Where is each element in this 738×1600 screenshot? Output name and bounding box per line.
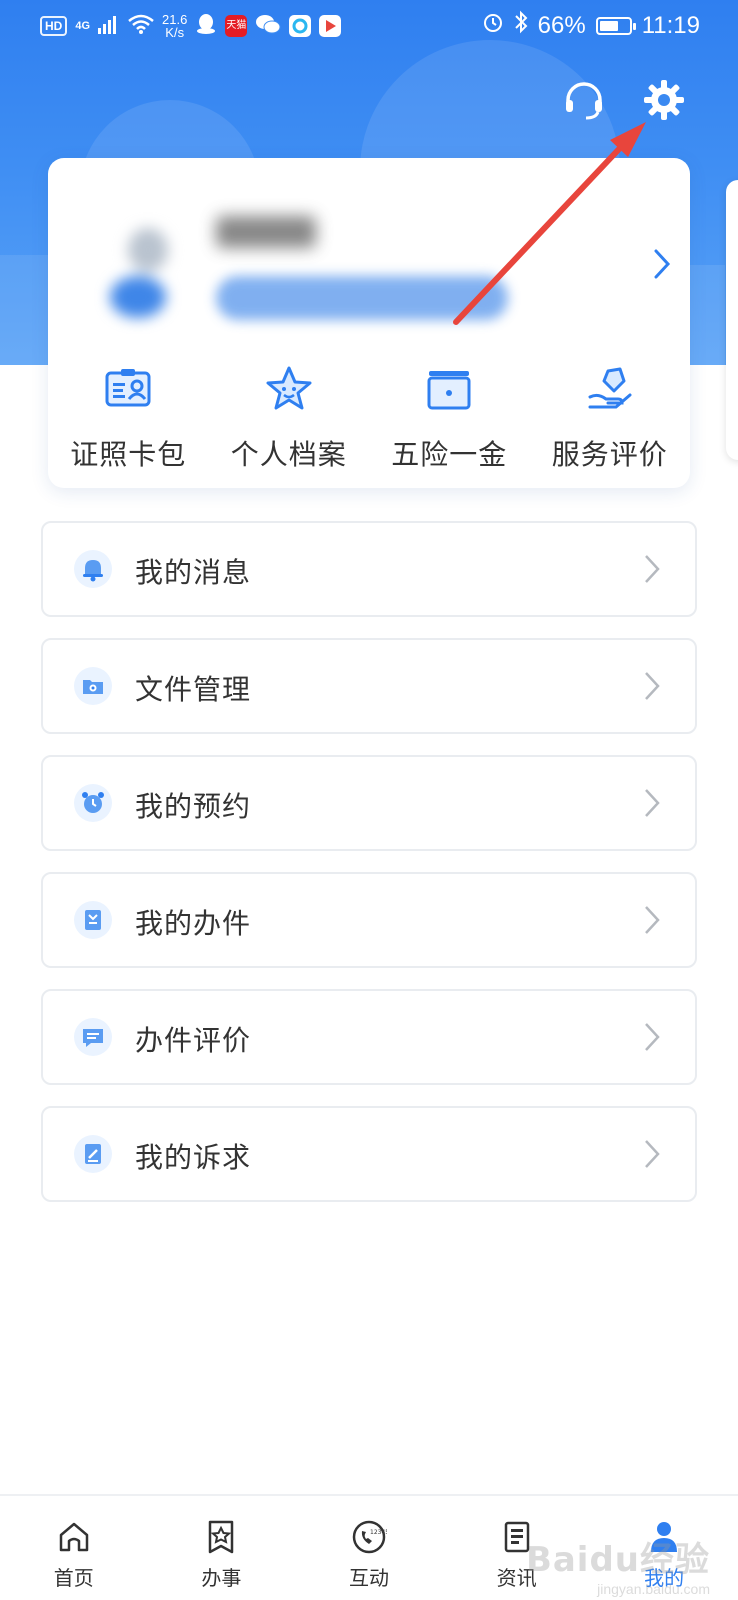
qq-icon [195, 13, 217, 40]
user-name-blurred [216, 216, 316, 248]
customer-service-button[interactable] [560, 78, 608, 126]
quick-action-service-rating[interactable]: 服务评价 [530, 363, 691, 473]
alarm-clock-icon [73, 783, 113, 823]
quick-action-label: 个人档案 [230, 439, 347, 470]
chevron-right-icon [643, 1138, 661, 1175]
quick-action-social-insurance[interactable]: 五险一金 [369, 363, 530, 473]
menu-item-my-cases[interactable]: 我的办件 [41, 872, 697, 968]
star-icon [263, 363, 315, 415]
menu-item-messages[interactable]: 我的消息 [41, 521, 697, 617]
quick-action-label: 证照卡包 [70, 439, 187, 470]
document-icon [73, 900, 113, 940]
nav-label: 互动 [348, 1568, 389, 1590]
avatar [98, 220, 208, 330]
wallet-icon [423, 363, 475, 415]
bluetooth-icon [514, 10, 528, 41]
nav-services[interactable]: 办事 [148, 1496, 296, 1600]
network-type: 4G [75, 20, 91, 32]
phone-12345-icon: 12345 [350, 1518, 388, 1556]
quick-action-personal-file[interactable]: 个人档案 [209, 363, 370, 473]
edit-note-icon [73, 1134, 113, 1174]
menu-item-case-rating[interactable]: 办件评价 [41, 989, 697, 1085]
nav-interaction[interactable]: 12345 互动 [295, 1496, 443, 1600]
menu-item-label: 办件评价 [135, 1025, 252, 1056]
chevron-right-icon [643, 787, 661, 824]
nav-news[interactable]: 资讯 [443, 1496, 591, 1600]
quick-actions: 证照卡包 个人档案 五险一金 服务评价 [48, 363, 690, 473]
menu-item-file-management[interactable]: 文件管理 [41, 638, 697, 734]
bell-icon [73, 549, 113, 589]
chevron-right-icon [643, 670, 661, 707]
menu-item-label: 我的诉求 [135, 1142, 252, 1173]
menu-list: 我的消息 文件管理 我的预约 我的办件 办件评价 我的诉求 [41, 521, 697, 1223]
hand-heart-icon [584, 363, 636, 415]
quick-action-label: 服务评价 [551, 439, 668, 470]
user-badge-blurred [216, 276, 508, 320]
peek-card [726, 180, 738, 460]
wechat-icon [255, 13, 281, 40]
nav-mine[interactable]: 我的 [590, 1496, 738, 1600]
nav-label: 办事 [201, 1568, 242, 1590]
menu-item-my-requests[interactable]: 我的诉求 [41, 1106, 697, 1202]
battery-percent: 66% [537, 11, 586, 39]
video-app-icon [319, 15, 342, 37]
alarm-icon [482, 11, 504, 40]
user-info-row[interactable] [48, 158, 690, 358]
battery-icon [595, 16, 636, 35]
person-icon [645, 1518, 683, 1556]
tmall-icon: 天猫 [225, 15, 248, 37]
id-card-icon [102, 363, 154, 415]
menu-item-label: 文件管理 [135, 674, 252, 705]
folder-gear-icon [73, 666, 113, 706]
hd-indicator: HD [40, 16, 68, 36]
menu-item-label: 我的消息 [135, 557, 252, 588]
nav-label: 首页 [53, 1568, 94, 1590]
svg-text:12345: 12345 [370, 1529, 387, 1536]
chevron-right-icon [643, 553, 661, 590]
star-doc-icon [202, 1518, 240, 1556]
clock: 11:19 [641, 11, 700, 39]
network-speed: 21.6 K/s [162, 12, 188, 40]
menu-item-appointments[interactable]: 我的预约 [41, 755, 697, 851]
quick-action-label: 五险一金 [391, 439, 508, 470]
wifi-icon [128, 14, 154, 39]
settings-button[interactable] [640, 78, 688, 126]
home-icon [55, 1518, 93, 1556]
profile-card: 证照卡包 个人档案 五险一金 服务评价 [48, 158, 690, 488]
chevron-right-icon [652, 248, 672, 285]
chevron-right-icon [643, 904, 661, 941]
signal-icon [98, 14, 120, 39]
comment-icon [73, 1017, 113, 1057]
nav-label: 我的 [644, 1568, 685, 1590]
gear-icon [642, 78, 686, 127]
app-icon-q [289, 15, 312, 37]
quick-action-license-wallet[interactable]: 证照卡包 [48, 363, 209, 473]
headset-icon [562, 78, 606, 127]
header-actions [560, 78, 688, 126]
chevron-right-icon [643, 1021, 661, 1058]
menu-item-label: 我的预约 [135, 791, 252, 822]
bottom-navigation: 首页 办事 12345 互动 资讯 我的 [0, 1494, 738, 1600]
status-bar: HD 4G 21.6 K/s 天猫 66% 11:19 [0, 0, 738, 52]
nav-label: 资讯 [496, 1568, 537, 1590]
news-icon [498, 1518, 536, 1556]
nav-home[interactable]: 首页 [0, 1496, 148, 1600]
menu-item-label: 我的办件 [135, 908, 252, 939]
